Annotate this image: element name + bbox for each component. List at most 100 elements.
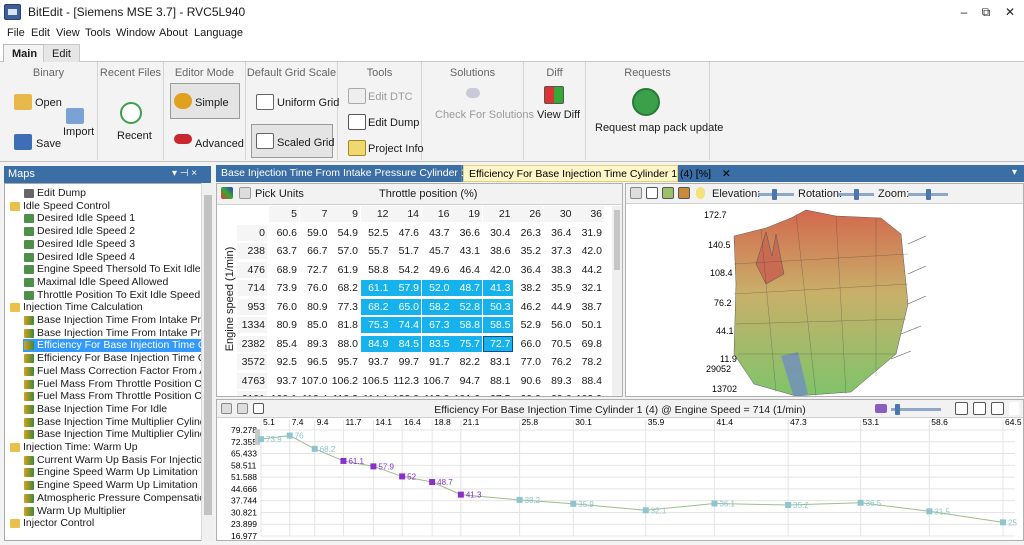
grid-cell[interactable]: 32.1 [574,280,604,296]
menu-about[interactable]: About [159,27,188,39]
maps-panel-pin-icon[interactable]: ▾ ⊣ × [172,168,197,179]
maps-scrollbar-thumb[interactable] [204,195,212,515]
view-diff-button[interactable]: View Diff [537,109,580,121]
grid-cell[interactable]: 44.2 [574,262,604,278]
menu-tools[interactable]: Tools [85,27,111,39]
column-header[interactable]: 30 [543,206,574,222]
grid-cell[interactable]: 89.3 [300,336,330,352]
grid-cell[interactable]: 93.7 [269,373,299,389]
grid-cell[interactable]: 113.0 [422,391,452,396]
grid-cell[interactable]: 43.7 [422,225,452,241]
column-header[interactable]: 12 [360,206,391,222]
advanced-mode-button[interactable]: Advanced [195,138,244,150]
grid-cell[interactable]: 51.7 [391,243,421,259]
grid-cell[interactable]: 35.9 [544,280,574,296]
chart-zoom-slider[interactable] [891,404,941,415]
grid-cell[interactable]: 57.0 [330,243,360,259]
grid-cell[interactable]: 68.2 [330,280,360,296]
grid-cell[interactable]: 42.0 [574,243,604,259]
grid-cell[interactable]: 72.7 [482,335,513,352]
row-header[interactable]: 476 [237,261,267,278]
grid-scrollbar[interactable] [612,206,622,396]
grid-cell[interactable]: 37.3 [544,243,574,259]
tree-item[interactable]: Desired Idle Speed 4 [23,251,201,264]
grid-cell[interactable]: 68.9 [269,262,299,278]
chart-smooth-mode-icon[interactable] [991,402,1004,415]
tree-item[interactable]: Fuel Mass From Throttle Position Cylind [23,390,213,403]
close-button[interactable]: ✕ [996,2,1024,22]
edit-dtc-button[interactable]: Edit DTC [368,91,413,103]
grid-cell[interactable]: 88.0 [330,336,360,352]
grid-cell[interactable]: 48.7 [452,280,482,296]
tab-edit[interactable]: Edit [43,44,80,62]
close-tab-icon[interactable]: ✕ [722,168,731,180]
grid-cell[interactable]: 89.3 [544,373,574,389]
grid-cell[interactable]: 41.3 [482,280,513,296]
grid-cell[interactable]: 96.5 [300,354,330,370]
simple-mode-button[interactable]: Simple [195,97,229,109]
grid-cell[interactable]: 92.5 [269,354,299,370]
grid-cell[interactable]: 74.4 [391,317,421,333]
grid-cell[interactable]: 43.1 [452,243,482,259]
tree-item[interactable]: Base Injection Time From Intake Pressur [23,314,213,327]
grid-cell[interactable]: 84.5 [391,335,421,352]
grid-cell[interactable]: 58.8 [361,262,391,278]
import-button[interactable]: Import [63,126,94,138]
grid-cell[interactable]: 99.7 [391,354,421,370]
tab-main[interactable]: Main [3,44,47,62]
tree-item[interactable]: Desired Idle Speed 1 [23,212,201,225]
grid-cell[interactable]: 101.6 [452,391,482,396]
elevation-slider[interactable] [758,189,794,200]
save-button[interactable]: Save [36,138,61,150]
menu-view[interactable]: View [56,27,80,39]
grid-cell[interactable]: 73.9 [269,280,299,296]
tree-item[interactable]: Base Injection Time For Idle [23,403,201,416]
tree-item[interactable]: Edit Dump [23,187,201,200]
grid-cell[interactable]: 106.5 [361,373,391,389]
menu-window[interactable]: Window [116,27,155,39]
tree-item[interactable]: Engine Speed Warm Up Limitation Mod [23,479,213,492]
grid-cell[interactable]: 38.7 [574,299,604,315]
grid-cell[interactable]: 30.4 [483,225,513,241]
grid-cell[interactable]: 76.2 [544,354,574,370]
tree-item[interactable]: Efficiency For Base Injection Time Cylin… [23,352,213,365]
grid-cell[interactable]: 95.7 [330,354,360,370]
grid-lines-icon[interactable] [646,187,658,199]
grid-cell[interactable]: 72.7 [300,262,330,278]
grid-cell[interactable]: 88.4 [574,373,604,389]
row-header[interactable]: 1334 [237,317,267,333]
chart-zoom-knob[interactable] [895,404,900,415]
grid-cell[interactable]: 80.9 [269,317,299,333]
tab-base-injection-time[interactable]: Base Injection Time From Intake Pressure… [216,165,491,182]
grid-cell[interactable]: 100.1 [269,391,299,396]
chart-line-mode-icon[interactable] [973,402,986,415]
grid-cell[interactable]: 59.0 [300,225,330,241]
grid-cell[interactable]: 106.2 [330,373,360,389]
grid-cell[interactable]: 50.1 [574,317,604,333]
grid-cell[interactable]: 122.0 [391,391,421,396]
grid-cell[interactable]: 80.9 [300,299,330,315]
grid-cell[interactable]: 46.4 [452,262,482,278]
grid-cell[interactable]: 76.0 [300,280,330,296]
row-header[interactable]: 6191 [237,391,267,396]
grid-scrollbar-thumb[interactable] [614,210,620,270]
pick-units-button[interactable]: Pick Units [255,188,304,200]
zoom-slider[interactable] [908,189,948,200]
grid-cell[interactable]: 112.3 [391,373,421,389]
tab-efficiency-base-injection[interactable]: Efficiency For Base Injection Time Cylin… [463,165,731,182]
grid-cell[interactable]: 44.9 [544,299,574,315]
grid-cell[interactable]: 36.4 [544,225,574,241]
row-header[interactable]: 3572 [237,354,267,370]
grid-cell[interactable]: 99.9 [513,391,543,396]
grid-cell[interactable]: 88.1 [483,373,513,389]
tree-item[interactable]: Engine Speed Warm Up Limitation Mod [23,466,213,479]
tree-item[interactable]: Warm Up Multiplier [23,505,201,518]
column-header[interactable]: 16 [421,206,452,222]
tree-item[interactable]: Desired Idle Speed 2 [23,225,201,238]
grid-cell[interactable]: 38.6 [483,243,513,259]
column-header[interactable]: 26 [513,206,543,222]
check-solutions-button[interactable]: Check For Solutions [435,109,534,121]
column-header[interactable]: 7 [299,206,330,222]
grid-cell[interactable]: 66.7 [300,243,330,259]
grid-cell[interactable]: 81.8 [330,317,360,333]
